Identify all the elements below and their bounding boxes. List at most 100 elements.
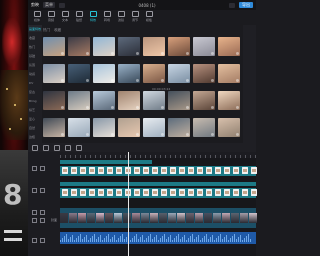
tab-text[interactable]: 文本 — [58, 10, 72, 23]
delete-icon[interactable] — [76, 144, 82, 151]
ruler-tick — [90, 155, 91, 158]
select-tool-icon[interactable] — [32, 144, 38, 151]
effect-thumbnail[interactable] — [168, 37, 190, 56]
audio-track[interactable] — [60, 232, 256, 244]
lock-icon[interactable] — [32, 237, 37, 243]
tab-transition[interactable]: 转场 — [100, 10, 114, 23]
eye-icon[interactable] — [40, 217, 45, 223]
effect-thumbnail[interactable] — [68, 91, 90, 110]
grid-header-item[interactable]: 收藏 — [54, 28, 61, 33]
effect-thumbnail[interactable] — [193, 64, 215, 83]
eye-icon[interactable] — [40, 187, 45, 193]
effects-category-item[interactable]: 热门 — [28, 43, 42, 50]
effect-thumbnail[interactable] — [143, 64, 165, 83]
playhead[interactable] — [128, 152, 129, 256]
effects-category-item[interactable]: 综艺 — [28, 106, 42, 113]
effect-thumbnail[interactable] — [93, 91, 115, 110]
effects-category-item[interactable]: 收藏 — [28, 34, 42, 41]
tab-sticker[interactable]: 贴纸 — [72, 10, 86, 23]
effect-thumbnail[interactable] — [43, 118, 65, 137]
effect-thumbnail[interactable] — [93, 37, 115, 56]
clip-frame — [80, 167, 86, 174]
shortcut-icon[interactable] — [229, 2, 235, 8]
text-track-clip[interactable] — [60, 188, 257, 198]
effects-category-item[interactable]: 自然 — [28, 124, 42, 131]
tab-template[interactable]: 模板 — [142, 10, 156, 23]
effect-thumbnail[interactable] — [168, 64, 190, 83]
menu-button[interactable]: 菜单 — [43, 2, 55, 8]
lock-icon[interactable] — [32, 187, 37, 193]
effects-category-item[interactable]: 画面特效 — [28, 25, 42, 32]
effects-category-item[interactable]: 爱心 — [28, 115, 42, 122]
effect-clip[interactable] — [60, 160, 152, 164]
layout-icon[interactable] — [59, 2, 65, 8]
effect-thumbnail[interactable] — [193, 118, 215, 137]
effect-thumbnail[interactable] — [93, 118, 115, 137]
effect-thumbnail[interactable] — [43, 37, 65, 56]
effect-thumbnail[interactable] — [68, 64, 90, 83]
tab-effects[interactable]: 特效 — [86, 10, 100, 23]
undo-icon[interactable] — [43, 144, 49, 151]
effect-thumbnail[interactable] — [218, 64, 240, 83]
waveform-bar — [110, 239, 111, 242]
eye-icon[interactable] — [40, 165, 45, 171]
video-clip-frame — [186, 213, 194, 223]
text-clip[interactable] — [60, 182, 256, 186]
effect-thumbnail[interactable] — [68, 118, 90, 137]
effects-category-item[interactable]: 复古 — [28, 88, 42, 95]
waveform-bar — [132, 238, 133, 242]
tab-audio[interactable]: 音频 — [44, 10, 58, 23]
lock-icon[interactable] — [32, 165, 37, 171]
effect-thumbnail[interactable] — [118, 91, 140, 110]
redo-icon[interactable] — [54, 144, 60, 151]
effect-thumbnail[interactable] — [168, 91, 190, 110]
waveform-bar — [230, 238, 231, 242]
ruler-tick — [220, 155, 221, 158]
media-icon — [33, 11, 41, 17]
effect-thumbnail[interactable] — [143, 37, 165, 56]
timeline — [60, 152, 257, 256]
clip-frame — [98, 189, 104, 196]
lock-icon[interactable] — [32, 217, 37, 223]
cover-button[interactable]: 封面 — [51, 218, 57, 222]
clip-frame — [143, 167, 149, 174]
effect-thumbnail[interactable] — [193, 91, 215, 110]
video-clip-frame — [87, 213, 95, 223]
effect-thumbnail[interactable] — [43, 64, 65, 83]
effects-category-item[interactable]: 边框 — [28, 133, 42, 140]
effect-thumbnail[interactable] — [68, 37, 90, 56]
split-icon[interactable] — [65, 144, 71, 151]
effect-thumbnail[interactable] — [43, 91, 65, 110]
effects-category-item[interactable]: DV — [28, 79, 42, 86]
timeline-ruler[interactable] — [60, 152, 256, 158]
clip-frame — [251, 167, 257, 174]
effect-thumbnail[interactable] — [118, 118, 140, 137]
effect-thumbnail[interactable] — [218, 118, 240, 137]
export-button[interactable]: 导出 — [239, 2, 253, 8]
main-video-track[interactable] — [60, 208, 257, 228]
clip-frame — [170, 167, 176, 174]
eye-icon[interactable] — [40, 237, 45, 243]
effect-thumbnail[interactable] — [93, 64, 115, 83]
effects-category-item[interactable]: Bling — [28, 97, 42, 104]
effects-category-item[interactable]: 基础 — [28, 52, 42, 59]
sticker-track-clip[interactable] — [60, 166, 257, 176]
waveform-bar — [194, 239, 195, 242]
tab-adjust[interactable]: 调节 — [128, 10, 142, 23]
grid-header-item[interactable]: 热门 — [43, 28, 50, 33]
effect-thumbnail[interactable] — [143, 91, 165, 110]
effects-category-item[interactable]: 氛围 — [28, 61, 42, 68]
effect-thumbnail[interactable] — [143, 118, 165, 137]
waveform-bar — [240, 235, 241, 242]
effect-thumbnail[interactable] — [218, 91, 240, 110]
effect-thumbnail[interactable] — [193, 37, 215, 56]
effect-thumbnail[interactable] — [168, 118, 190, 137]
effect-thumbnail[interactable] — [118, 37, 140, 56]
effect-thumbnail[interactable] — [218, 37, 240, 56]
tab-media[interactable]: 媒体 — [30, 10, 44, 23]
effect-thumbnail[interactable] — [118, 64, 140, 83]
video-clip-frame — [96, 213, 104, 223]
ruler-tick — [100, 155, 101, 158]
tab-filter[interactable]: 滤镜 — [114, 10, 128, 23]
effects-category-item[interactable]: 动感 — [28, 70, 42, 77]
